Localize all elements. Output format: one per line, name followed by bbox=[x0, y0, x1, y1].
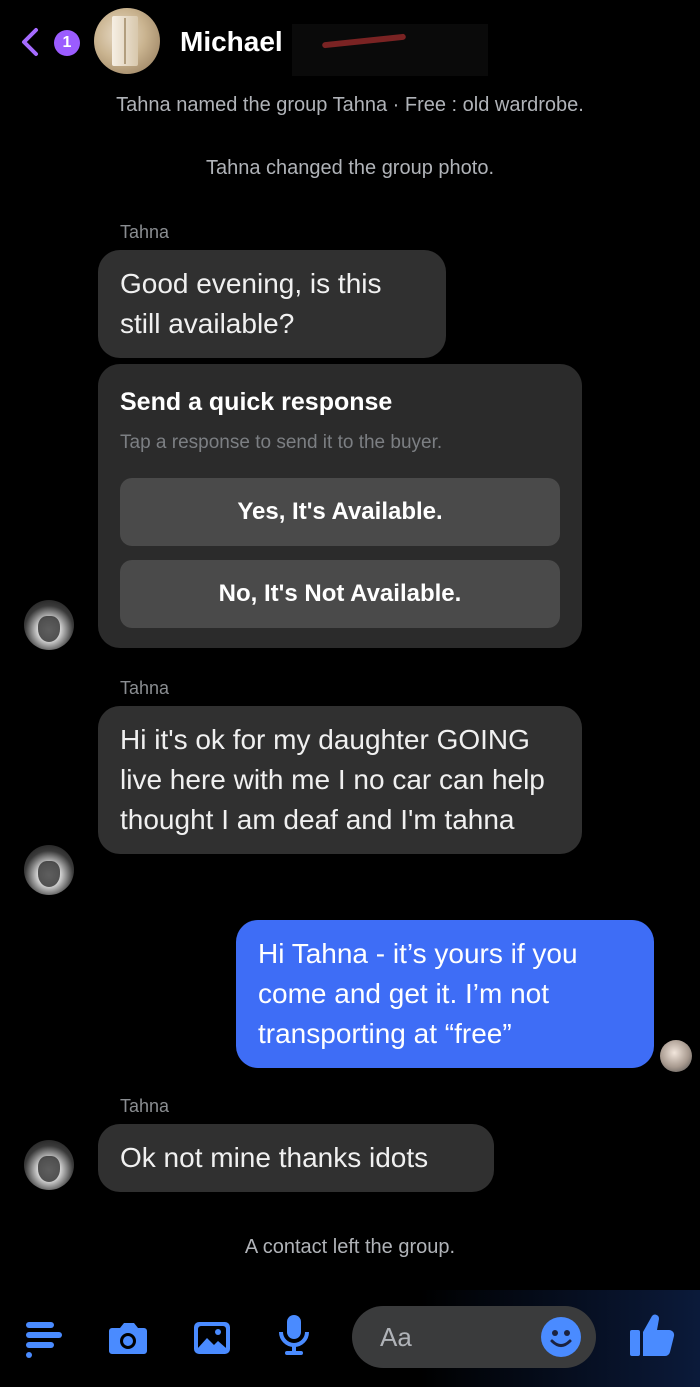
sender-avatar[interactable] bbox=[24, 600, 74, 650]
group-avatar[interactable] bbox=[94, 8, 160, 74]
camera-icon[interactable] bbox=[106, 1316, 150, 1360]
quick-response-yes-button[interactable]: Yes, It's Available. bbox=[120, 478, 560, 546]
quick-response-card: Send a quick response Tap a response to … bbox=[98, 364, 582, 648]
quick-response-no-button[interactable]: No, It's Not Available. bbox=[120, 560, 560, 628]
contact-left-notice: A contact left the group. bbox=[244, 1236, 456, 1258]
sender-label: Tahna bbox=[120, 222, 170, 242]
image-icon[interactable] bbox=[190, 1316, 234, 1360]
message-bubble-incoming[interactable]: Good evening, is this still available? bbox=[98, 250, 446, 358]
message-bubble-incoming[interactable]: Ok not mine thanks idots bbox=[98, 1124, 494, 1192]
sender-label: Tahna bbox=[120, 678, 170, 698]
name-redaction bbox=[292, 24, 488, 76]
sender-avatar[interactable] bbox=[24, 845, 74, 895]
quick-response-subtitle: Tap a response to send it to the buyer. bbox=[120, 432, 443, 453]
sender-label: Tahna bbox=[120, 1096, 170, 1116]
microphone-icon[interactable] bbox=[272, 1312, 316, 1356]
read-receipt-avatar bbox=[660, 1040, 692, 1072]
sender-avatar[interactable] bbox=[24, 1140, 74, 1190]
unread-badge: 1 bbox=[54, 30, 80, 56]
message-bubble-outgoing[interactable]: Hi Tahna - it’s yours if you come and ge… bbox=[236, 920, 654, 1068]
quick-response-title: Send a quick response bbox=[120, 388, 393, 416]
emoji-icon[interactable] bbox=[540, 1316, 582, 1358]
thumbs-up-icon[interactable] bbox=[626, 1308, 678, 1360]
back-chevron-icon bbox=[22, 28, 38, 56]
group-photo-notice: Tahna changed the group photo. bbox=[205, 157, 495, 179]
group-named-notice: Tahna named the group Tahna · Free : old… bbox=[116, 94, 584, 116]
message-bubble-incoming[interactable]: Hi it's ok for my daughter GOING live he… bbox=[98, 706, 582, 854]
chat-title[interactable]: Michael bbox=[180, 26, 283, 58]
back-button[interactable]: 1 bbox=[14, 22, 80, 62]
menu-icon[interactable] bbox=[22, 1316, 66, 1360]
